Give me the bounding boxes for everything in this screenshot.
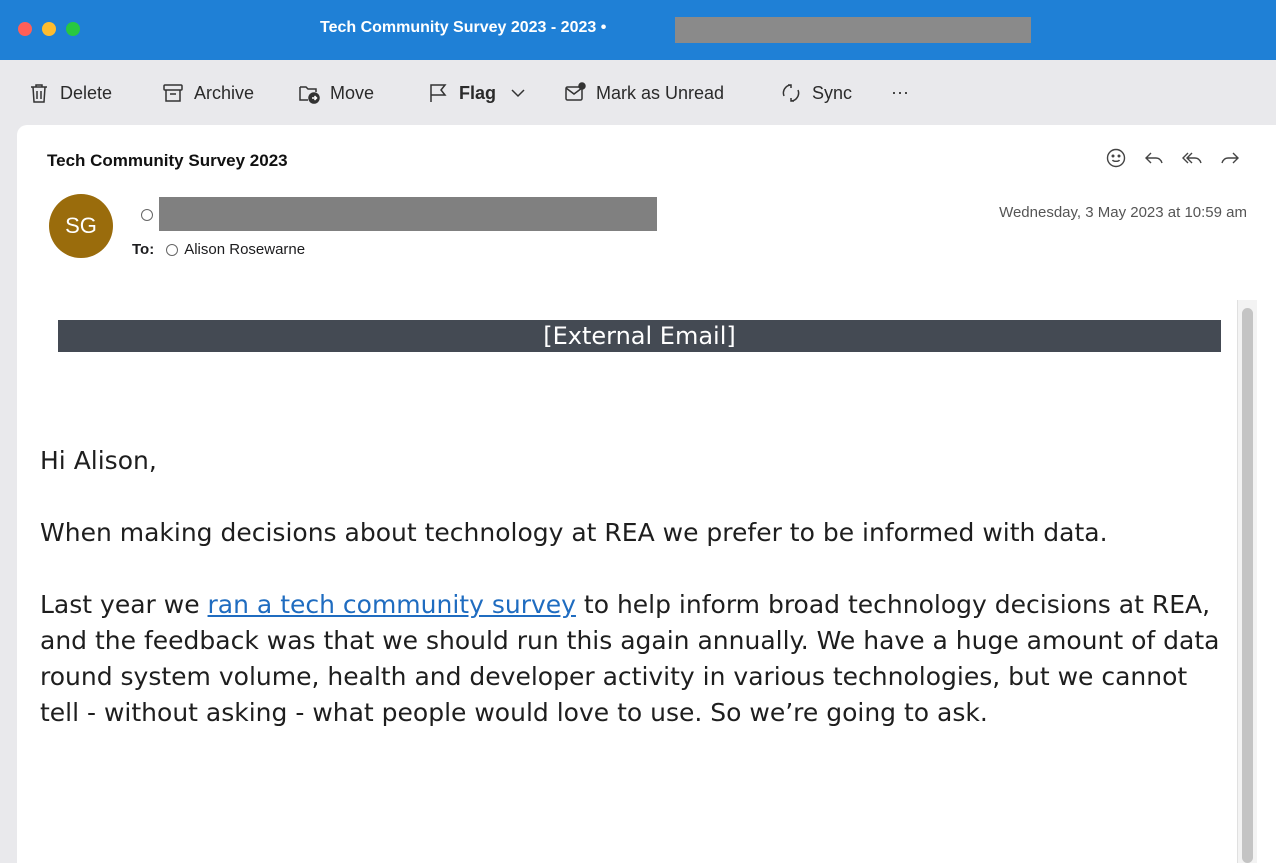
sync-icon bbox=[782, 84, 800, 102]
message-subject: Tech Community Survey 2023 bbox=[47, 151, 288, 170]
move-label: Move bbox=[330, 82, 375, 103]
scrollbar-thumb[interactable] bbox=[1242, 308, 1253, 863]
presence-status-icon bbox=[141, 209, 153, 221]
close-window-button[interactable] bbox=[18, 22, 32, 36]
more-icon: ··· bbox=[891, 82, 909, 102]
message-actions bbox=[1105, 147, 1241, 169]
emoji-reaction-icon[interactable] bbox=[1105, 147, 1127, 169]
reply-all-icon[interactable] bbox=[1181, 147, 1203, 169]
archive-button[interactable]: Archive bbox=[162, 82, 254, 104]
paragraph-2: Last year we ran a tech community survey… bbox=[40, 587, 1220, 731]
message-date: Wednesday, 3 May 2023 at 10:59 am bbox=[999, 204, 1247, 221]
redacted-title-block bbox=[675, 17, 1031, 43]
recipient-name[interactable]: Alison Rosewarne bbox=[184, 241, 305, 258]
flag-label: Flag bbox=[459, 82, 497, 103]
archive-icon bbox=[163, 84, 183, 102]
more-options-button[interactable]: ··· bbox=[891, 82, 909, 103]
title-bar: Tech Community Survey 2023 - 2023 • bbox=[0, 0, 1276, 60]
redacted-sender bbox=[159, 197, 657, 231]
chevron-down-icon[interactable] bbox=[510, 85, 526, 101]
move-button[interactable]: Move bbox=[298, 82, 374, 104]
forward-icon[interactable] bbox=[1219, 147, 1241, 169]
reply-icon[interactable] bbox=[1143, 147, 1165, 169]
survey-link[interactable]: ran a tech community survey bbox=[208, 590, 576, 619]
sender-avatar: SG bbox=[49, 194, 113, 258]
toolbar: Delete Archive Move Flag Mark as Unread … bbox=[0, 60, 1276, 126]
minimize-window-button[interactable] bbox=[42, 22, 56, 36]
greeting: Hi Alison, bbox=[40, 446, 157, 475]
flag-icon bbox=[430, 84, 447, 102]
zoom-window-button[interactable] bbox=[66, 22, 80, 36]
paragraph-1: When making decisions about technology a… bbox=[40, 518, 1108, 547]
archive-label: Archive bbox=[194, 82, 255, 103]
sender-row bbox=[141, 197, 657, 231]
paragraph-2-start: Last year we bbox=[40, 590, 208, 619]
delete-button[interactable]: Delete bbox=[28, 82, 112, 104]
mark-as-unread-label: Mark as Unread bbox=[596, 82, 725, 103]
sync-label: Sync bbox=[812, 82, 853, 103]
mark-as-unread-button[interactable]: Mark as Unread bbox=[564, 82, 724, 104]
move-folder-icon bbox=[299, 86, 320, 104]
to-label: To: bbox=[132, 241, 155, 258]
envelope-unread-icon bbox=[565, 82, 586, 101]
delete-label: Delete bbox=[60, 82, 113, 103]
sync-button[interactable]: Sync bbox=[780, 82, 852, 104]
trash-icon bbox=[31, 84, 47, 103]
flag-button[interactable]: Flag bbox=[427, 82, 526, 104]
external-email-banner: [External Email] bbox=[58, 320, 1221, 352]
message-body: Hi Alison, When making decisions about t… bbox=[40, 443, 1220, 767]
recipient-row: To: Alison Rosewarne bbox=[132, 241, 305, 258]
recipient-presence-icon bbox=[166, 243, 179, 256]
window-title: Tech Community Survey 2023 - 2023 • bbox=[320, 19, 607, 36]
